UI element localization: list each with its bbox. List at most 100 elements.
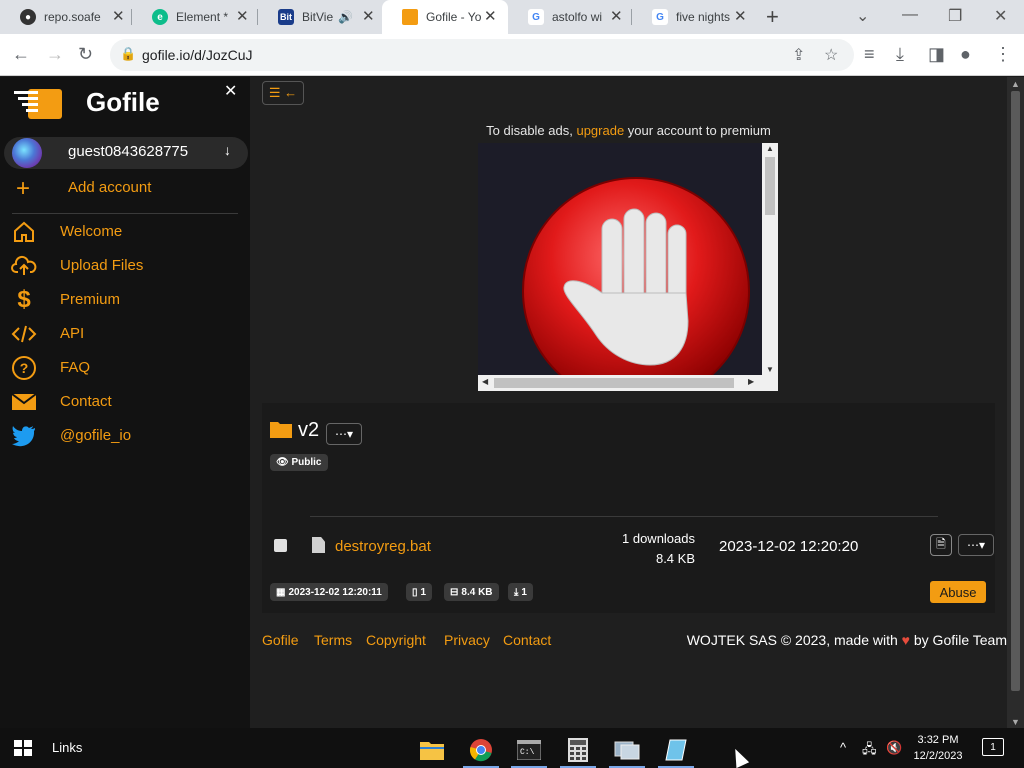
ad-vertical-scrollbar[interactable]: ▲ ▼ xyxy=(762,143,778,375)
notification-center-icon[interactable]: 1 xyxy=(982,738,1004,756)
visibility-label: Public xyxy=(291,457,322,468)
upgrade-link[interactable]: upgrade xyxy=(576,123,624,138)
created-date: 2023-12-02 12:20:11 xyxy=(288,586,382,598)
tab-five-nights[interactable]: G five nights ✕ xyxy=(632,0,758,34)
ad-image[interactable] xyxy=(478,143,762,375)
tab-label: BitVie xyxy=(302,10,334,24)
gofile-icon xyxy=(402,9,418,25)
start-button[interactable] xyxy=(14,740,32,756)
chrome-icon[interactable] xyxy=(459,732,503,768)
plus-icon: + xyxy=(16,175,31,202)
page-scrollbar[interactable]: ▲ ▼ xyxy=(1007,77,1024,729)
more-menu-icon[interactable]: ⋮ xyxy=(994,44,1012,64)
ad-frame[interactable]: ▲ ▼ ◀ ▶ xyxy=(478,143,778,391)
tab-search-icon[interactable]: ⌄ xyxy=(856,6,869,26)
tab-label: five nights xyxy=(676,10,731,24)
sidebar-item-premium[interactable]: $ Premium xyxy=(10,286,240,314)
sidebar-item-label: @gofile_io xyxy=(60,427,132,444)
account-switch-icon[interactable]: ↓ xyxy=(224,142,231,158)
sidebar-item-label: Upload Files xyxy=(60,257,144,274)
file-info-button[interactable]: 🗎 xyxy=(930,534,952,556)
url-text[interactable]: gofile.io/d/JozCuJ xyxy=(142,47,253,63)
gofile-logo-icon xyxy=(14,89,62,119)
side-panel-icon[interactable]: ◨ xyxy=(928,44,945,64)
address-bar[interactable]: 🔒 gofile.io/d/JozCuJ ⇪ ☆ xyxy=(110,39,854,71)
element-icon: e xyxy=(152,9,168,25)
share-icon[interactable]: ⇪ xyxy=(792,45,805,65)
close-tab-icon[interactable]: ✕ xyxy=(112,9,125,25)
file-explorer-icon[interactable] xyxy=(410,732,454,768)
close-tab-icon[interactable]: ✕ xyxy=(610,9,623,25)
sidebar-item-twitter[interactable]: @gofile_io xyxy=(10,422,240,450)
scroll-up-icon[interactable]: ▲ xyxy=(1011,79,1020,89)
close-tab-icon[interactable]: ✕ xyxy=(734,9,747,25)
download-icon[interactable]: ⤓ xyxy=(896,44,904,64)
tab-element[interactable]: e Element * ✕ xyxy=(132,0,258,34)
menu-toggle-button[interactable]: ☰ ← xyxy=(262,81,304,105)
footer-link-terms[interactable]: Terms xyxy=(314,632,352,648)
calculator-icon[interactable] xyxy=(556,732,600,768)
ad-notice-prefix: To disable ads, xyxy=(486,123,577,138)
new-tab-icon[interactable]: + xyxy=(766,5,779,29)
file-select-checkbox[interactable] xyxy=(274,539,287,552)
file-name-link[interactable]: destroyreg.bat xyxy=(335,538,431,555)
reload-icon[interactable]: ↻ xyxy=(78,44,93,64)
folder-options-button[interactable]: ⋯▾ xyxy=(326,423,362,445)
footer-link-contact[interactable]: Contact xyxy=(503,632,551,648)
sidebar-item-upload-files[interactable]: Upload Files xyxy=(10,252,240,280)
audio-playing-icon[interactable]: 🔊 xyxy=(338,9,353,25)
scrollbar-thumb[interactable] xyxy=(494,378,734,388)
sidebar-item-contact[interactable]: Contact xyxy=(10,388,240,416)
files-icon: ▯ xyxy=(412,586,418,598)
media-control-icon[interactable]: ≡ xyxy=(864,44,875,64)
account-selector[interactable]: guest0843628775 ↓ xyxy=(4,137,248,169)
links-toolbar[interactable]: Links xyxy=(52,740,82,755)
close-tab-icon[interactable]: ✕ xyxy=(236,9,249,25)
close-tab-icon[interactable]: ✕ xyxy=(484,9,497,25)
profile-icon[interactable]: ● xyxy=(960,44,971,64)
tab-repo[interactable]: ● repo.soafe ✕ xyxy=(0,0,132,34)
close-window-icon[interactable]: ✕ xyxy=(994,6,1007,26)
abuse-button[interactable]: Abuse xyxy=(930,581,986,603)
ad-horizontal-scrollbar[interactable]: ◀ ▶ xyxy=(478,375,778,391)
file-options-button[interactable]: ⋯▾ xyxy=(958,534,994,556)
sidebar: Gofile ✕ guest0843628775 ↓ + Add account… xyxy=(0,77,250,729)
scrollbar-thumb[interactable] xyxy=(765,157,775,215)
notepad-icon[interactable] xyxy=(654,732,698,768)
tab-bitview[interactable]: Bit BitVie 🔊 ✕ xyxy=(258,0,382,34)
file-info-icon: 🗎 xyxy=(936,536,946,551)
system-clock[interactable]: 3:32 PM 12/2/2023 xyxy=(908,732,968,764)
volume-muted-icon[interactable]: 🔇 xyxy=(886,740,902,756)
network-app-icon[interactable] xyxy=(605,732,649,768)
terminal-icon[interactable]: C:\ xyxy=(507,732,551,768)
scroll-up-icon[interactable]: ▲ xyxy=(766,144,774,153)
scroll-down-icon[interactable]: ▼ xyxy=(1011,717,1020,727)
footer-link-copyright[interactable]: Copyright xyxy=(366,632,426,648)
footer-link-privacy[interactable]: Privacy xyxy=(444,632,490,648)
footer-link-gofile[interactable]: Gofile xyxy=(262,632,299,648)
twitter-icon xyxy=(10,422,38,450)
sidebar-item-api[interactable]: API xyxy=(10,320,240,348)
google-icon: G xyxy=(652,9,668,25)
sidebar-item-faq[interactable]: ? FAQ xyxy=(10,354,240,382)
sidebar-item-welcome[interactable]: Welcome xyxy=(10,218,240,246)
close-sidebar-icon[interactable]: ✕ xyxy=(224,81,237,101)
github-icon: ● xyxy=(20,9,36,25)
tab-astolfo[interactable]: G astolfo wi ✕ xyxy=(508,0,632,34)
close-tab-icon[interactable]: ✕ xyxy=(362,9,375,25)
tab-gofile[interactable]: Gofile - Yo ✕ xyxy=(382,0,508,34)
back-icon[interactable]: ← xyxy=(12,44,30,64)
forward-icon[interactable]: → xyxy=(46,44,64,64)
scroll-left-icon[interactable]: ◀ xyxy=(482,377,488,386)
lock-icon[interactable]: 🔒 xyxy=(120,46,136,62)
network-icon[interactable]: 🖧 xyxy=(862,740,877,762)
restore-icon[interactable]: ❐ xyxy=(948,6,962,26)
show-hidden-icons-icon[interactable]: ^ xyxy=(840,740,846,755)
scrollbar-thumb[interactable] xyxy=(1011,91,1020,691)
scroll-right-icon[interactable]: ▶ xyxy=(748,377,754,386)
minimize-icon[interactable]: — xyxy=(902,6,918,24)
notification-count: 1 xyxy=(990,741,996,753)
bookmark-star-icon[interactable]: ☆ xyxy=(824,45,838,65)
scroll-down-icon[interactable]: ▼ xyxy=(766,365,774,374)
svg-text:C:\: C:\ xyxy=(520,748,535,757)
